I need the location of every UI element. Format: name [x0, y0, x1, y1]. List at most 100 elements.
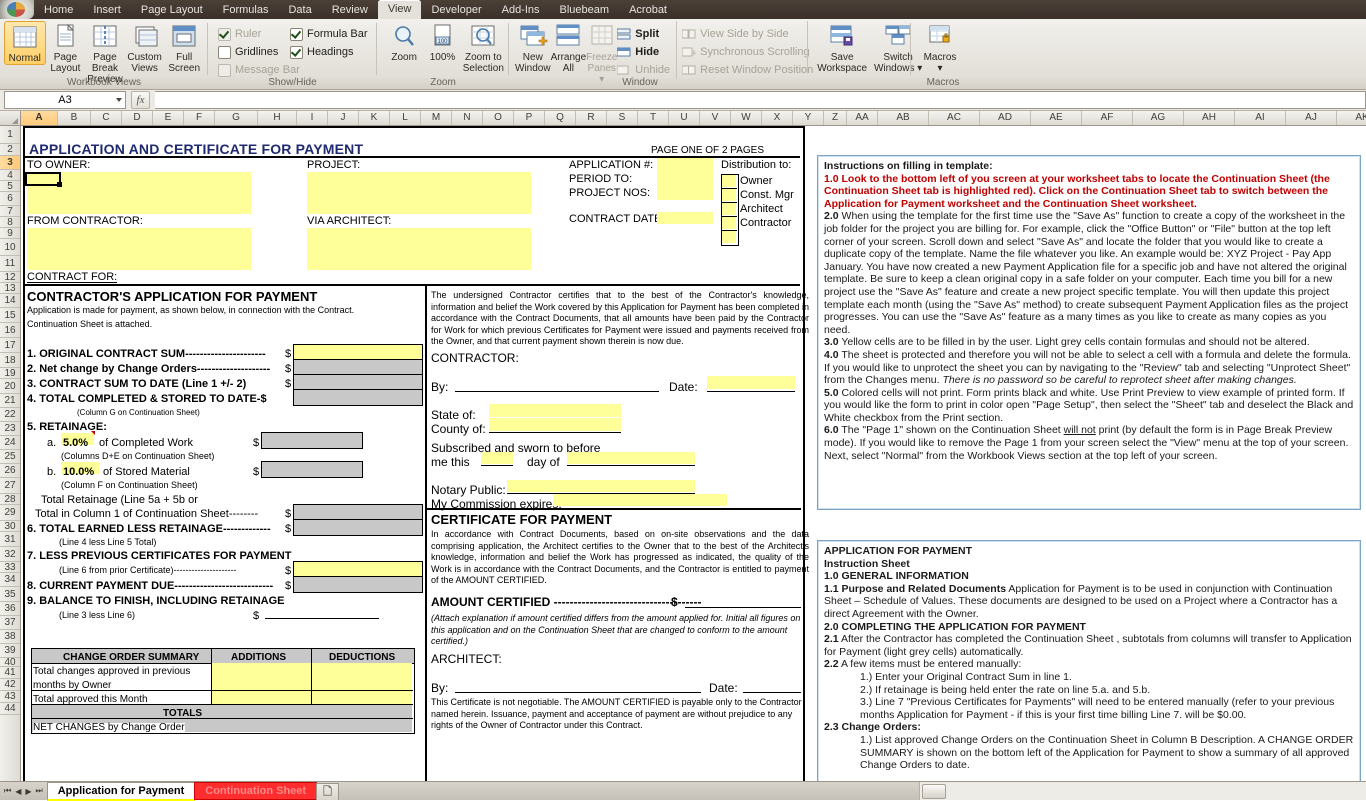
ribbon-tab-review[interactable]: Review: [322, 2, 378, 19]
distribution-check-owner[interactable]: [722, 175, 736, 187]
column-header-Q[interactable]: Q: [545, 111, 576, 125]
row-header-35[interactable]: 35: [0, 587, 20, 602]
row-header-15[interactable]: 15: [0, 308, 20, 323]
horizontal-scrollbar-thumb[interactable]: [922, 784, 946, 799]
from-contractor-input[interactable]: [27, 228, 251, 270]
ribbon-tab-bluebeam[interactable]: Bluebeam: [550, 2, 620, 19]
row-header-32[interactable]: 32: [0, 547, 20, 562]
application-no-input[interactable]: [657, 158, 713, 200]
row-header-10[interactable]: 10: [0, 239, 20, 256]
row-header-20[interactable]: 20: [0, 379, 20, 394]
row-header-24[interactable]: 24: [0, 436, 20, 450]
prev-sheet-icon[interactable]: ◀: [15, 787, 21, 796]
row-header-37[interactable]: 37: [0, 616, 20, 630]
county-of-input[interactable]: [489, 418, 621, 431]
split-button[interactable]: Split: [616, 25, 674, 43]
zoom-100-button[interactable]: 100 100%: [423, 21, 461, 63]
row-header-29[interactable]: 29: [0, 505, 20, 521]
row-header-42[interactable]: 42: [0, 679, 20, 691]
distribution-check-architect[interactable]: [722, 203, 736, 215]
row-header-23[interactable]: 23: [0, 422, 20, 436]
column-header-P[interactable]: P: [514, 111, 545, 125]
row-header-28[interactable]: 28: [0, 494, 20, 505]
name-box[interactable]: A3: [4, 91, 126, 109]
row-header-7[interactable]: 7: [0, 206, 20, 217]
column-header-AH[interactable]: AH: [1184, 111, 1235, 125]
row-header-33[interactable]: 33: [0, 562, 20, 573]
row-header-39[interactable]: 39: [0, 644, 20, 658]
column-header-K[interactable]: K: [359, 111, 390, 125]
column-header-B[interactable]: B: [58, 111, 91, 125]
gridlines-checkbox[interactable]: Gridlines: [218, 43, 290, 61]
ribbon-tab-formulas[interactable]: Formulas: [213, 2, 279, 19]
full-screen-button[interactable]: Full Screen: [164, 21, 204, 74]
last-sheet-icon[interactable]: ⏭: [36, 786, 43, 796]
month-year-input[interactable]: [567, 452, 695, 464]
save-workspace-button[interactable]: Save Workspace: [814, 21, 870, 74]
row-header-30[interactable]: 30: [0, 521, 20, 532]
insert-function-button[interactable]: fx: [131, 91, 150, 109]
column-header-T[interactable]: T: [638, 111, 669, 125]
row-header-19[interactable]: 19: [0, 368, 20, 379]
column-header-AA[interactable]: AA: [847, 111, 878, 125]
row-header-12[interactable]: 12: [0, 272, 20, 283]
column-header-V[interactable]: V: [700, 111, 731, 125]
page-layout-view-button[interactable]: Page Layout: [46, 21, 86, 74]
column-header-U[interactable]: U: [669, 111, 700, 125]
column-header-D[interactable]: D: [122, 111, 153, 125]
notary-public-input[interactable]: [507, 480, 695, 492]
row-header-44[interactable]: 44: [0, 703, 20, 715]
distribution-check-contractor[interactable]: [722, 217, 736, 229]
ribbon-tab-add-ins[interactable]: Add-Ins: [492, 2, 550, 19]
row-header-1[interactable]: 1: [0, 126, 20, 144]
column-header-AD[interactable]: AD: [980, 111, 1031, 125]
commission-expires-input[interactable]: [553, 494, 727, 506]
row-header-13[interactable]: 13: [0, 283, 20, 294]
headings-checkbox[interactable]: Headings: [290, 43, 370, 61]
custom-views-button[interactable]: Custom Views: [125, 21, 165, 74]
new-window-button[interactable]: New Window: [515, 21, 551, 74]
column-header-W[interactable]: W: [731, 111, 762, 125]
next-sheet-icon[interactable]: ▶: [25, 787, 31, 796]
page-break-preview-button[interactable]: Page Break Preview: [85, 21, 125, 85]
synchronous-scrolling-button[interactable]: Synchronous Scrolling: [681, 43, 810, 61]
row-header-26[interactable]: 26: [0, 464, 20, 478]
row-header-43[interactable]: 43: [0, 691, 20, 703]
distribution-check-extra[interactable]: [722, 231, 736, 243]
column-header-AI[interactable]: AI: [1235, 111, 1286, 125]
hide-button[interactable]: Hide: [616, 43, 674, 61]
arrange-all-button[interactable]: Arrange All: [551, 21, 586, 74]
column-header-AJ[interactable]: AJ: [1286, 111, 1337, 125]
row-header-9[interactable]: 9: [0, 228, 20, 239]
formula-input[interactable]: [155, 91, 1366, 109]
column-header-S[interactable]: S: [607, 111, 638, 125]
ribbon-tab-insert[interactable]: Insert: [83, 2, 131, 19]
formula-bar-checkbox[interactable]: Formula Bar: [290, 25, 370, 43]
ribbon-tab-developer[interactable]: Developer: [421, 2, 491, 19]
column-header-AK[interactable]: AK: [1337, 111, 1366, 125]
zoom-to-selection-button[interactable]: Zoom to Selection: [462, 21, 505, 74]
insert-worksheet-icon[interactable]: 🗋: [316, 782, 339, 800]
office-button[interactable]: [0, 0, 34, 19]
column-header-L[interactable]: L: [390, 111, 421, 125]
row-header-34[interactable]: 34: [0, 573, 20, 587]
row-header-18[interactable]: 18: [0, 353, 20, 368]
active-cell-a3[interactable]: [25, 172, 62, 187]
row-header-36[interactable]: 36: [0, 602, 20, 616]
view-side-by-side-button[interactable]: View Side by Side: [681, 25, 804, 43]
day-input[interactable]: [481, 452, 513, 464]
column-header-AE[interactable]: AE: [1031, 111, 1082, 125]
row-header-27[interactable]: 27: [0, 478, 20, 494]
row-header-2[interactable]: 2: [0, 144, 20, 156]
sheet-tab-application-for-payment[interactable]: Application for Payment: [46, 781, 196, 801]
row-header-14[interactable]: 14: [0, 294, 20, 308]
ribbon-tab-home[interactable]: Home: [34, 2, 83, 19]
select-all-corner[interactable]: [0, 111, 21, 125]
name-box-dropdown-icon[interactable]: [116, 98, 122, 102]
column-header-I[interactable]: I: [297, 111, 328, 125]
project-input[interactable]: [307, 172, 531, 214]
column-header-F[interactable]: F: [184, 111, 215, 125]
column-header-AG[interactable]: AG: [1133, 111, 1184, 125]
column-header-AF[interactable]: AF: [1082, 111, 1133, 125]
column-header-H[interactable]: H: [258, 111, 297, 125]
